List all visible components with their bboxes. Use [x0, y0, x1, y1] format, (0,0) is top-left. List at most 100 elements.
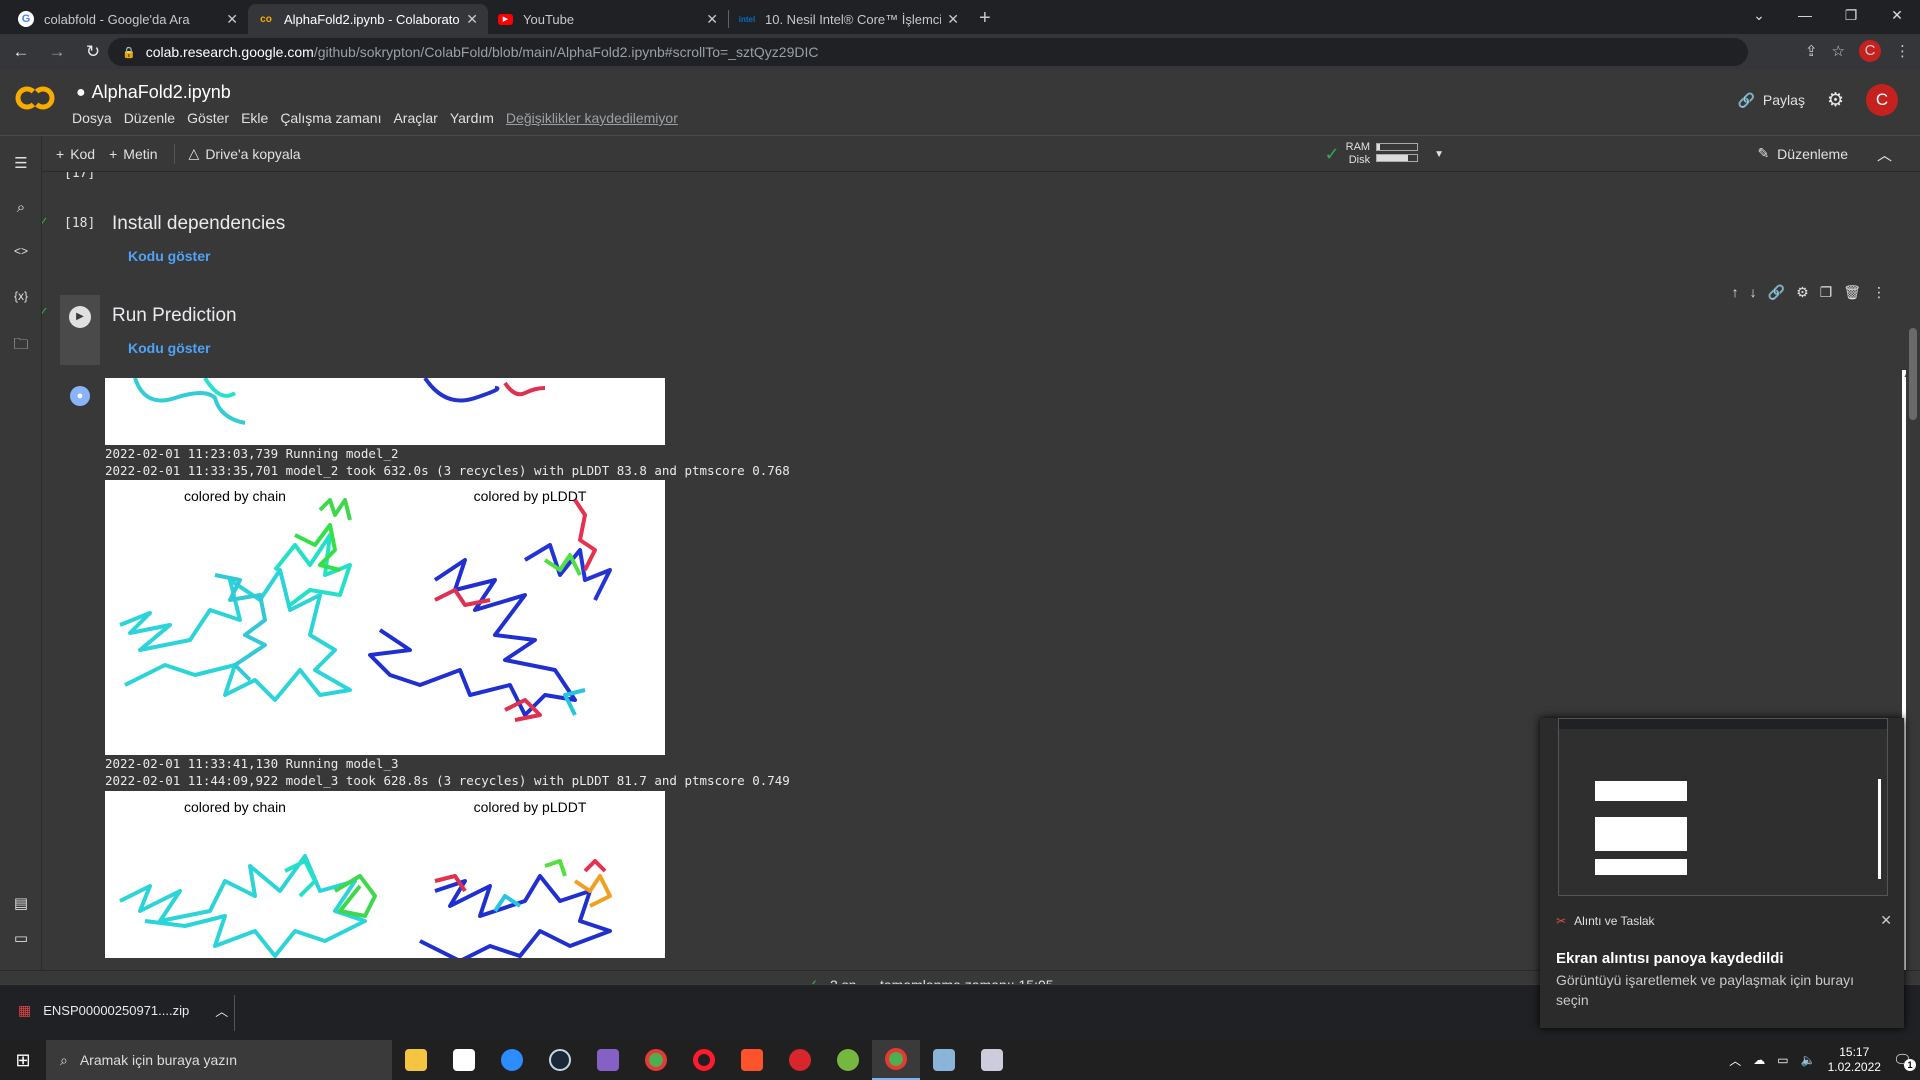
unsaved-changes-link[interactable]: Değişiklikler kaydedilemiyor [506, 110, 678, 126]
tab-google-search[interactable]: G colabfold - Google'da Ara ✕ [8, 4, 248, 34]
notebook-title[interactable]: ● AlphaFold2.ipynb [76, 82, 231, 103]
close-icon[interactable]: ✕ [226, 11, 238, 28]
file-explorer-icon[interactable] [392, 1040, 440, 1080]
show-code-link[interactable]: Kodu göster [128, 340, 210, 356]
edit-mode-label: Düzenleme [1777, 145, 1848, 162]
windows-start-icon[interactable]: ⊞ [0, 1050, 46, 1071]
terminal-icon[interactable]: ▭ [0, 929, 42, 947]
tab-search-icon[interactable]: ⌄ [1736, 0, 1782, 30]
close-icon[interactable]: ✕ [706, 11, 718, 28]
thumbnail-topbar [1559, 719, 1887, 729]
close-window-icon[interactable]: ✕ [1874, 0, 1920, 30]
menu-file[interactable]: Dosya [72, 110, 112, 126]
bookmark-star-icon[interactable]: ☆ [1832, 42, 1845, 60]
notification-center-icon[interactable]: 🗨 1 [1893, 1051, 1916, 1071]
snipping-tool-icon[interactable] [968, 1040, 1016, 1080]
command-palette-icon[interactable]: ▤ [0, 894, 42, 912]
search-icon[interactable]: ⌕ [0, 199, 42, 216]
table-of-contents-icon[interactable]: ☰ [0, 154, 42, 172]
utorrent-icon[interactable] [824, 1040, 872, 1080]
zoom-icon[interactable] [488, 1040, 536, 1080]
url-field[interactable]: 🔒 colab.research.google.com/github/sokry… [108, 38, 1748, 66]
onedrive-cloud-icon[interactable]: ☁ [1753, 1053, 1765, 1067]
move-up-icon[interactable]: ↑ [1732, 284, 1739, 301]
gear-icon[interactable]: ⚙ [1827, 89, 1844, 112]
collapse-header-icon[interactable]: ︿ [1877, 144, 1892, 165]
app-red-icon[interactable] [776, 1040, 824, 1080]
chrome-profile-icon[interactable] [872, 1040, 920, 1080]
scrollbar-thumb[interactable] [1909, 328, 1917, 420]
forward-icon[interactable]: → [42, 42, 72, 62]
back-icon[interactable]: ← [6, 42, 36, 62]
gear-icon[interactable]: ⚙ [1796, 284, 1809, 301]
cell-success-check-icon: ✓ [42, 214, 49, 229]
menu-tools[interactable]: Araçlar [393, 110, 437, 126]
url-path: /github/sokrypton/ColabFold/blob/main/Al… [313, 44, 819, 60]
chevron-up-icon[interactable]: ︿ [1729, 1052, 1741, 1069]
notepad-icon[interactable] [920, 1040, 968, 1080]
link-icon[interactable]: 🔗 [1768, 284, 1785, 301]
caret-down-icon[interactable]: ▼ [1434, 148, 1444, 161]
tab-intel[interactable]: intel 10. Nesil Intel® Core™ İşlemciler … [729, 4, 969, 34]
close-icon[interactable]: ✕ [1880, 912, 1892, 929]
profile-avatar[interactable]: C [1859, 40, 1881, 62]
model3-structure-panel: colored by chain colored by pLDDT [105, 791, 665, 958]
resource-labels: RAM Disk [1346, 141, 1370, 167]
download-filename: ENSP00000250971....zip [43, 1003, 190, 1018]
add-code-cell-button[interactable]: + Kod [56, 146, 95, 162]
add-text-cell-button[interactable]: + Metin [109, 146, 157, 162]
youtube-icon: ▶ [498, 13, 513, 25]
mirror-cell-icon[interactable]: ❐ [1820, 284, 1833, 301]
reload-icon[interactable]: ↻ [78, 42, 108, 62]
menu-edit[interactable]: Düzenle [124, 110, 175, 126]
trash-icon[interactable]: 🗑 [1843, 284, 1861, 301]
log-line: 2022-02-01 11:44:09,922 model_3 took 628… [105, 773, 790, 788]
opera-icon[interactable] [680, 1040, 728, 1080]
variables-icon[interactable]: {x} [0, 289, 42, 303]
new-tab-button[interactable]: + [979, 7, 991, 30]
close-icon[interactable]: ✕ [466, 11, 478, 28]
files-folder-icon[interactable]: 🗀 [0, 334, 42, 359]
taskbar-search-input[interactable]: ⌕ Aramak için buraya yazın [46, 1040, 392, 1080]
share-button[interactable]: 🔗 Paylaş [1737, 92, 1804, 109]
restore-icon[interactable]: ❐ [1828, 0, 1874, 30]
move-down-icon[interactable]: ↓ [1750, 284, 1757, 301]
steam-icon[interactable] [536, 1040, 584, 1080]
menu-help[interactable]: Yardım [450, 110, 494, 126]
taskbar-clock[interactable]: 15:17 1.02.2022 [1828, 1045, 1881, 1075]
account-avatar[interactable]: C [1866, 84, 1898, 116]
minimize-icon[interactable]: — [1782, 0, 1828, 30]
copy-to-drive-button[interactable]: △ Drive'a kopyala [189, 145, 301, 162]
thumbnail-image-3 [1595, 859, 1687, 875]
brave-icon[interactable] [728, 1040, 776, 1080]
notebook-scrollbar[interactable] [1906, 172, 1920, 984]
menu-insert[interactable]: Ekle [241, 110, 268, 126]
menu-runtime[interactable]: Çalışma zamanı [280, 110, 381, 126]
toast-app-row: ✂ Alıntı ve Taslak [1556, 914, 1655, 928]
show-code-link[interactable]: Kodu göster [128, 248, 210, 264]
visual-studio-icon[interactable] [584, 1040, 632, 1080]
download-item[interactable]: ▦ ENSP00000250971....zip ︿ [18, 1001, 228, 1020]
code-snippets-icon[interactable]: <> [0, 244, 42, 258]
protein-structure-image [133, 378, 546, 425]
window-controls: ⌄ — ❐ ✕ [1736, 0, 1920, 30]
bing-icon[interactable] [440, 1040, 488, 1080]
run-cell-button[interactable]: ▶ [69, 306, 91, 328]
chrome-menu-icon[interactable]: ⋮ [1895, 42, 1910, 60]
share-page-icon[interactable]: ⇪ [1805, 42, 1818, 60]
menu-view[interactable]: Göster [187, 110, 229, 126]
volume-icon[interactable]: 🔈 [1801, 1053, 1816, 1067]
more-vert-icon[interactable]: ⋮ [1872, 284, 1886, 301]
resources-indicator[interactable]: ✓ RAM Disk ▼ [1325, 141, 1444, 167]
tab-colab[interactable]: co AlphaFold2.ipynb - Colaboratory ✕ [248, 4, 488, 34]
network-icon[interactable]: ▭ [1777, 1053, 1788, 1067]
snip-notification-toast[interactable]: ✂ Alıntı ve Taslak ✕ Ekran alıntısı pano… [1540, 718, 1904, 1028]
close-icon[interactable]: ✕ [947, 11, 959, 28]
edit-mode-button[interactable]: ✎ Düzenleme [1757, 145, 1848, 162]
chevron-up-icon[interactable]: ︿ [215, 1001, 228, 1020]
run-prediction-heading: Run Prediction [112, 305, 237, 326]
prev-exec-count: [17] [64, 172, 96, 181]
tab-youtube[interactable]: ▶ YouTube ✕ [488, 4, 728, 34]
colab-logo-icon[interactable] [14, 84, 56, 112]
chrome-icon[interactable] [632, 1040, 680, 1080]
